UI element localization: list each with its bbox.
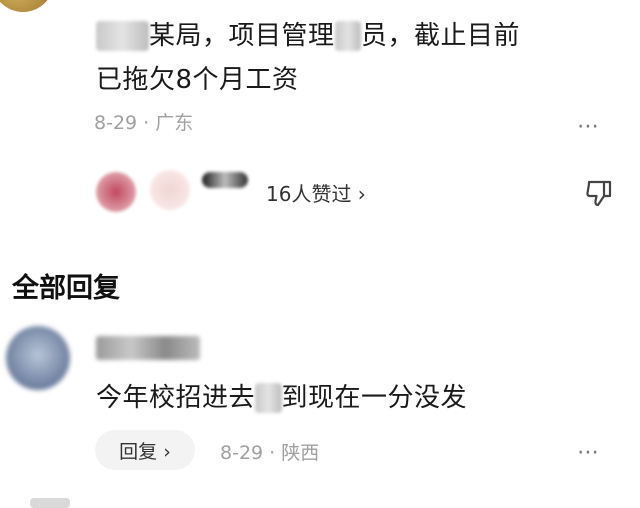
all-replies-title: 全部回复 bbox=[12, 273, 120, 304]
thumbs-down-icon[interactable] bbox=[584, 178, 614, 208]
reply-button[interactable]: 回复 › bbox=[95, 430, 195, 470]
comment-text: 某某某局，项目管理人员，截止目前 已拖欠8个月工资 bbox=[96, 14, 616, 102]
liker-avatar-1[interactable] bbox=[96, 172, 136, 212]
masked-author-text: 某某 bbox=[96, 21, 150, 51]
masked-text: 人 bbox=[334, 21, 362, 51]
reply-text: 今年校招进去，到现在一分没发 bbox=[96, 377, 467, 414]
liker-avatar-3[interactable] bbox=[202, 172, 248, 188]
reply-text-part-b: 到现在一分没发 bbox=[281, 383, 468, 413]
reply-text-part-a: 今年校招进去 bbox=[96, 383, 256, 413]
comment-date-location: 8-29 · 广东 bbox=[94, 112, 194, 134]
next-reply-avatar-partial bbox=[30, 498, 70, 508]
comment-text-line1: 某局，项目管理 bbox=[149, 21, 335, 51]
masked-text: ， bbox=[255, 383, 282, 413]
comment-text-line2-prefix: 已 bbox=[96, 65, 123, 95]
more-dots-icon[interactable]: ⋯ bbox=[577, 440, 601, 465]
liker-avatar-2[interactable] bbox=[150, 170, 190, 210]
reply-author-name-masked[interactable] bbox=[96, 336, 200, 360]
reply-button-label: 回复 › bbox=[119, 440, 171, 463]
reply-avatar[interactable] bbox=[6, 326, 70, 390]
comment-text-line2: 拖欠8个月工资 bbox=[122, 65, 299, 95]
comment-text-line1-end: 员，截止目前 bbox=[361, 21, 521, 51]
likes-count-link[interactable]: 16人赞过 › bbox=[266, 178, 366, 207]
more-dots-icon[interactable]: ⋯ bbox=[577, 114, 601, 139]
reply-date-location: 8-29 · 陕西 bbox=[220, 442, 320, 464]
commenter-avatar[interactable] bbox=[0, 0, 54, 12]
